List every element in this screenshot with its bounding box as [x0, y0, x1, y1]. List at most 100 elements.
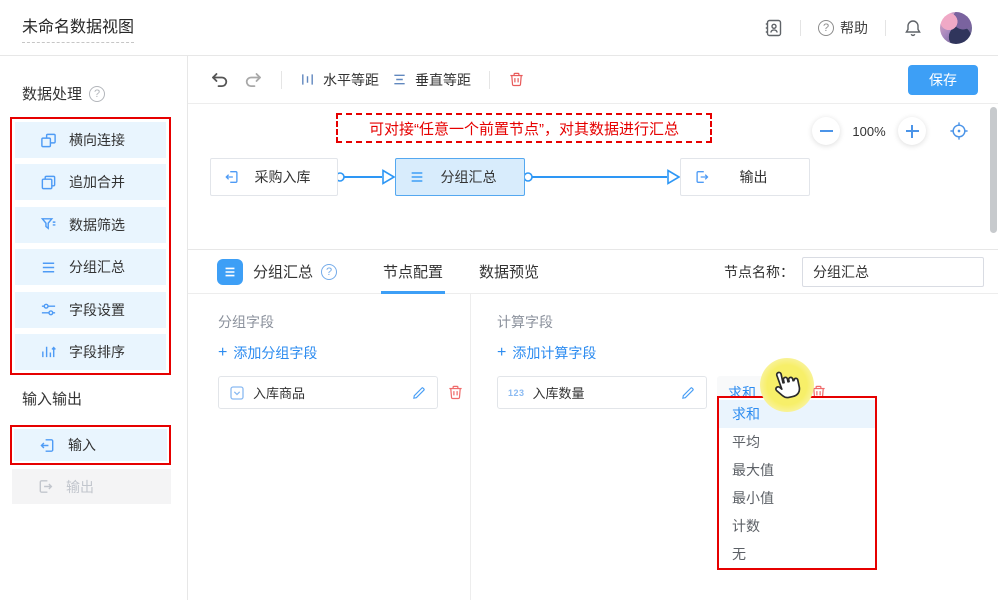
avatar[interactable] — [940, 12, 972, 44]
chevron-down-icon — [772, 389, 782, 396]
header-actions: ? 帮助 — [763, 12, 998, 44]
group-summary-icon — [40, 259, 57, 276]
help-icon: ? — [818, 20, 834, 36]
calc-field-box[interactable]: 123 入库数量 — [497, 376, 707, 409]
add-group-field-button[interactable]: + 添加分组字段 — [218, 343, 317, 363]
group-fields-section: 分组字段 + 添加分组字段 入库商品 — [188, 294, 471, 600]
delete-node-button[interactable] — [508, 71, 525, 88]
section-help-icon[interactable]: ? — [89, 86, 105, 102]
field-settings-icon — [40, 301, 57, 318]
group-summary-icon — [409, 169, 425, 185]
calc-fields-title: 计算字段 — [497, 312, 998, 332]
horizontal-spacing-button[interactable]: 水平等距 — [300, 70, 379, 90]
panel-title: 分组汇总 — [253, 261, 313, 282]
sidebar-item-label: 追加合并 — [69, 172, 125, 192]
append-merge-icon — [40, 174, 57, 191]
input-icon — [39, 437, 56, 454]
group-field-box[interactable]: 入库商品 — [218, 376, 438, 409]
output-icon — [694, 169, 710, 185]
input-icon — [224, 169, 240, 185]
dropdown-option-none[interactable]: 无 — [719, 540, 875, 568]
plus-icon — [906, 125, 919, 138]
save-button[interactable]: 保存 — [908, 65, 978, 95]
node-name-input[interactable] — [802, 257, 984, 287]
trash-icon — [508, 71, 525, 88]
node-name-group: 节点名称： — [724, 257, 984, 287]
zoom-in-button[interactable] — [898, 117, 926, 145]
group-field-row: 入库商品 — [218, 376, 470, 409]
sidebar-item-append-merge[interactable]: 追加合并 — [15, 164, 166, 200]
sidebar-section-io-title: 输入输出 — [22, 388, 82, 409]
edit-group-field-button[interactable] — [411, 385, 427, 401]
sidebar-item-field-sort[interactable]: 字段排序 — [15, 334, 166, 370]
zoom-controls: 100% — [812, 117, 970, 145]
tab-node-config[interactable]: 节点配置 — [383, 250, 443, 294]
dropdown-option-min[interactable]: 最小值 — [719, 484, 875, 512]
flow-node-group-summary-selected[interactable]: 分组汇总 — [395, 158, 525, 196]
group-field-label: 入库商品 — [253, 383, 411, 402]
dropdown-option-average[interactable]: 平均 — [719, 428, 875, 456]
page-title[interactable]: 未命名数据视图 — [22, 13, 134, 43]
node-label: 输出 — [710, 167, 797, 187]
add-calc-field-button[interactable]: + 添加计算字段 — [497, 343, 596, 363]
sidebar-item-data-filter[interactable]: 数据筛选 — [15, 207, 166, 243]
flow-canvas[interactable]: 可对接“任意一个前置节点”，对其数据进行汇总 100% — [188, 104, 998, 249]
aggregation-dropdown: 求和 平均 最大值 最小值 计数 无 — [717, 396, 877, 570]
vertical-spacing-button[interactable]: 垂直等距 — [392, 70, 471, 90]
sidebar: 数据处理 ? 横向连接 追加合并 数据筛选 — [0, 56, 188, 600]
annotation-red-box-process: 横向连接 追加合并 数据筛选 分组汇总 — [10, 117, 171, 375]
vertical-spacing-icon — [392, 72, 407, 87]
group-summary-node-icon — [217, 259, 243, 285]
sidebar-item-label: 字段排序 — [69, 342, 125, 362]
panel-tabs: 节点配置 数据预览 — [383, 250, 539, 294]
canvas-toolbar: 水平等距 垂直等距 保存 — [188, 56, 998, 104]
pencil-icon — [411, 385, 427, 401]
sidebar-item-label: 字段设置 — [69, 300, 125, 320]
help-button[interactable]: ? 帮助 — [818, 18, 868, 38]
redo-button[interactable] — [243, 70, 263, 90]
sidebar-item-label: 横向连接 — [69, 130, 125, 150]
sidebar-item-input[interactable]: 输入 — [14, 429, 167, 461]
header-divider — [885, 20, 886, 36]
zoom-out-button[interactable] — [812, 117, 840, 145]
output-icon — [37, 478, 54, 495]
sidebar-item-label: 分组汇总 — [69, 257, 125, 277]
pencil-icon — [680, 385, 696, 401]
tab-data-preview[interactable]: 数据预览 — [479, 250, 539, 294]
zoom-level: 100% — [852, 124, 886, 139]
contacts-icon[interactable] — [763, 18, 783, 38]
vertical-scrollbar[interactable] — [990, 107, 997, 233]
sidebar-item-horizontal-join[interactable]: 横向连接 — [15, 122, 166, 158]
sidebar-item-field-settings[interactable]: 字段设置 — [15, 292, 166, 328]
plus-icon: + — [218, 346, 227, 360]
plus-icon: + — [497, 346, 506, 360]
dropdown-option-sum[interactable]: 求和 — [719, 400, 875, 428]
sidebar-item-label: 输入 — [68, 435, 96, 455]
locate-button[interactable] — [948, 120, 970, 142]
dropdown-option-max[interactable]: 最大值 — [719, 456, 875, 484]
header-divider — [800, 20, 801, 36]
node-label: 采购入库 — [240, 167, 325, 187]
edit-calc-field-button[interactable] — [680, 385, 696, 401]
bell-icon[interactable] — [903, 18, 923, 38]
sidebar-section-data-title: 数据处理 ? — [22, 83, 105, 104]
panel-help-icon[interactable]: ? — [321, 264, 337, 280]
sidebar-item-group-summary[interactable]: 分组汇总 — [15, 249, 166, 285]
redo-icon — [243, 70, 263, 90]
delete-group-field-button[interactable] — [447, 384, 464, 401]
data-filter-icon — [40, 216, 57, 233]
dropdown-option-count[interactable]: 计数 — [719, 512, 875, 540]
flow-node-output[interactable]: 输出 — [680, 158, 810, 196]
config-panel: 分组汇总 ? 节点配置 数据预览 节点名称： 分组字段 + 添加分组字段 — [188, 249, 998, 600]
sidebar-item-output-disabled: 输出 — [12, 469, 171, 504]
field-sort-icon — [40, 343, 57, 360]
undo-button[interactable] — [210, 70, 230, 90]
undo-icon — [210, 70, 230, 90]
panel-header: 分组汇总 ? 节点配置 数据预览 节点名称： — [188, 250, 998, 294]
horizontal-join-icon — [40, 132, 57, 149]
trash-icon — [447, 384, 464, 401]
flow-node-purchase-inbound[interactable]: 采购入库 — [210, 158, 338, 196]
node-name-label: 节点名称： — [724, 262, 794, 282]
toolbar-divider — [281, 71, 282, 89]
sidebar-item-label: 数据筛选 — [69, 215, 125, 235]
